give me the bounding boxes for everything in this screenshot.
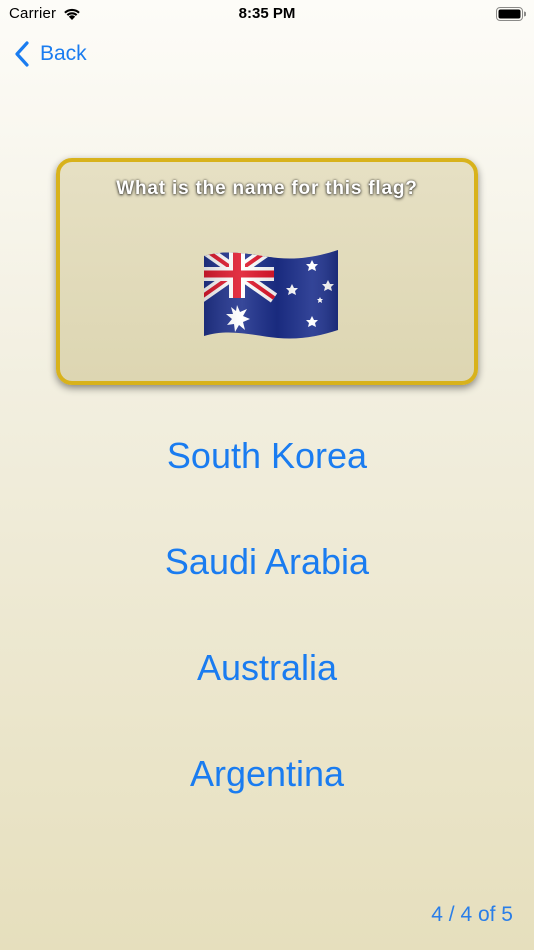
question-prompt: What is the name for this flag?	[116, 178, 418, 199]
answer-list: South Korea Saudi Arabia Australia Argen…	[0, 420, 534, 844]
back-button[interactable]: Back	[14, 38, 87, 70]
answer-button-australia[interactable]: Australia	[0, 632, 534, 738]
answer-button-south-korea[interactable]: South Korea	[0, 420, 534, 526]
answer-button-argentina[interactable]: Argentina	[0, 738, 534, 844]
question-card: What is the name for this flag?	[56, 158, 478, 385]
flag-australia-icon	[204, 250, 338, 339]
battery-icon	[496, 7, 526, 21]
progress-label: 4 / 4 of 5	[431, 903, 513, 926]
status-bar: Carrier 8:35 PM	[0, 0, 534, 28]
back-label: Back	[40, 42, 87, 65]
answer-button-saudi-arabia[interactable]: Saudi Arabia	[0, 526, 534, 632]
status-time: 8:35 PM	[238, 5, 296, 22]
chevron-left-icon	[15, 41, 29, 67]
